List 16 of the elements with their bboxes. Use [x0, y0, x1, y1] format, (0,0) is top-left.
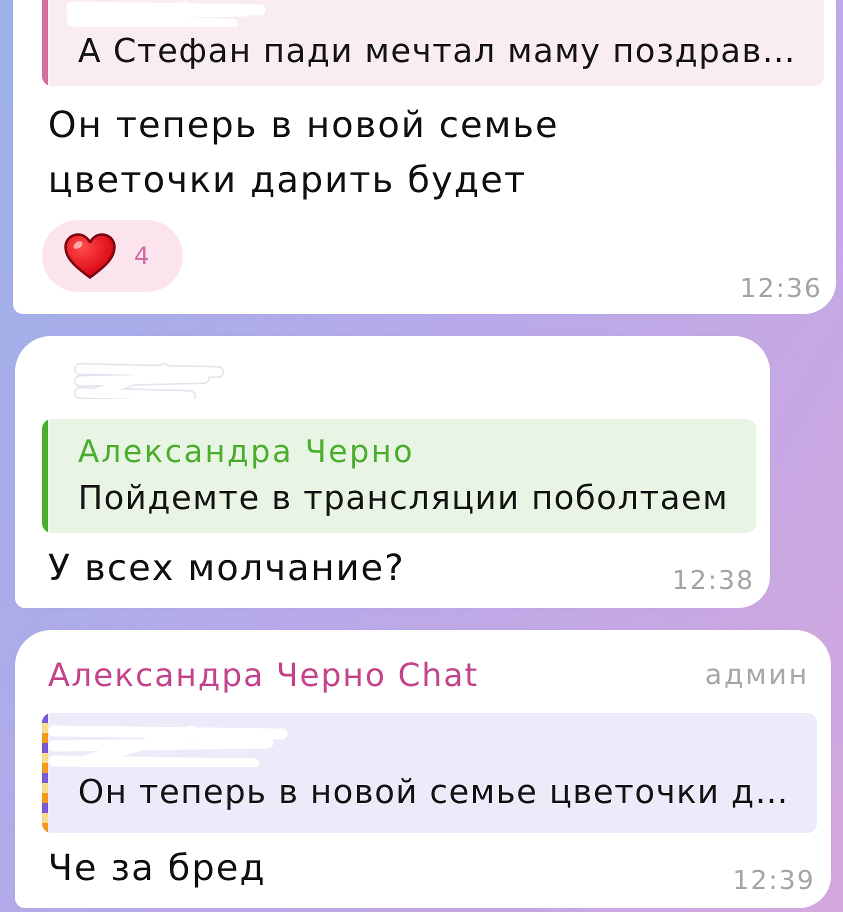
message-time: 12:38 [672, 566, 756, 596]
message-time: 12:39 [732, 866, 816, 896]
quote-sender-name: Александра Черно [78, 433, 414, 472]
message-text: Че за бред [47, 847, 266, 891]
quote-text: Пойдемте в трансляции поболтаем [78, 477, 728, 519]
quote-text: Он теперь в новой семье цветочки д… [78, 771, 790, 813]
role-label: админ [704, 657, 810, 693]
sender-name[interactable]: Александра Черно Chat [48, 651, 479, 699]
reply-quote[interactable]: Он теперь в новой семье цветочки д… [42, 713, 818, 833]
message-text: У всех молчание? [47, 547, 405, 591]
message-text: Он теперь в новой семье цветочки дарить будет [47, 104, 560, 203]
reply-quote[interactable]: А Стефан пади мечтал маму поздрав… [42, 0, 824, 86]
message-time: 12:36 [740, 274, 824, 304]
heart-icon [64, 233, 116, 279]
quote-text: А Стефан пади мечтал маму поздрав… [78, 30, 796, 72]
reply-quote[interactable]: Александра Черно Пойдемте в трансляции поболтаем [42, 419, 756, 533]
